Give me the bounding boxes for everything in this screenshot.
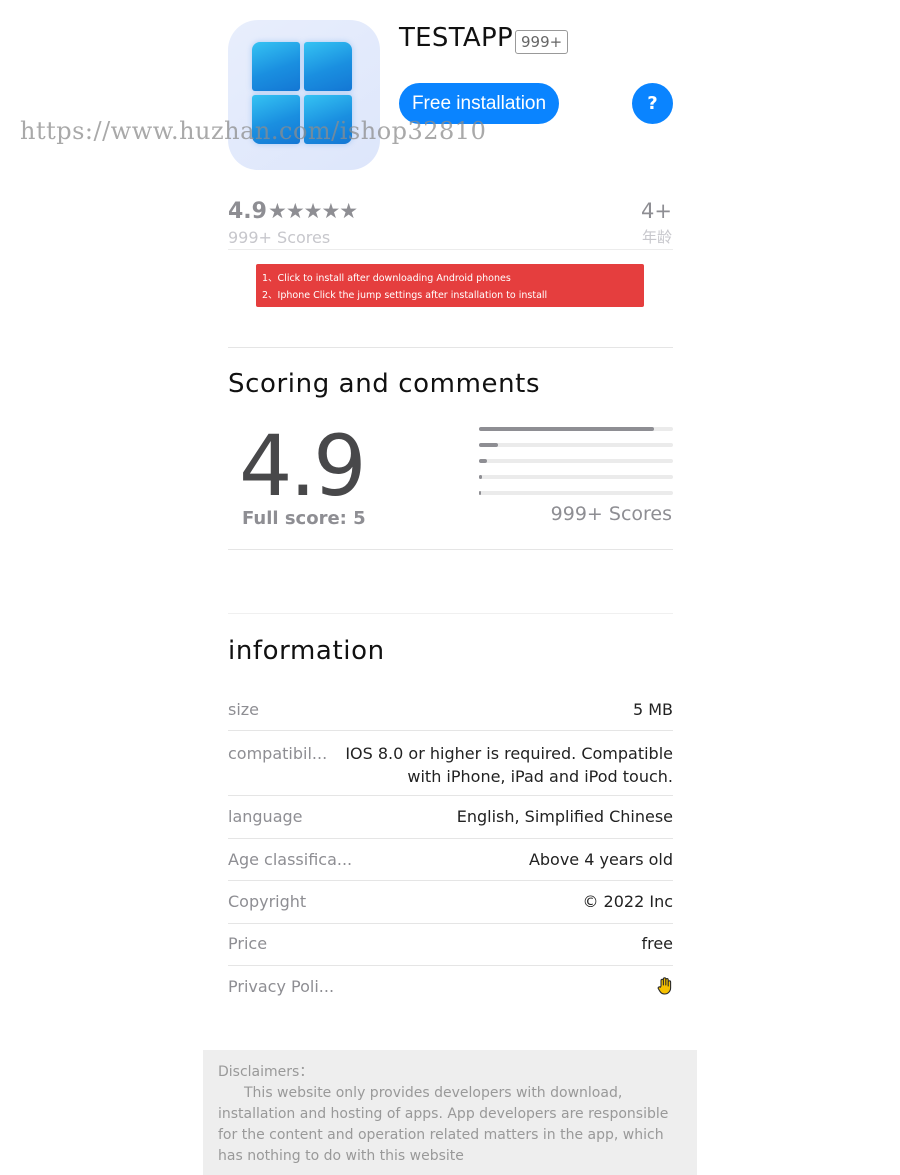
notice-line-1: 1、Click to install after downloading And… [262,273,511,284]
info-label: Price [228,934,268,953]
rating-count: 999+ Scores [228,228,331,247]
divider [228,249,673,250]
download-count-badge: 999+ [515,30,569,54]
rating-bar-4-star [479,443,673,447]
scoring-section-title: Scoring and comments [228,369,541,399]
rating-bar-5-star [479,427,673,431]
rating-bar-fill [479,459,487,463]
info-label: Age classifica... [228,850,353,869]
age-label: 年龄 [641,228,672,246]
info-value: © 2022 Inc [582,892,673,911]
disclaimer-body: This website only provides developers wi… [218,1085,669,1164]
scoring-count: 999+ Scores [550,503,672,525]
age-rating: 4+ [641,199,672,223]
info-row-compatibility: compatibil... IOS 8.0 or higher is requi… [228,742,673,796]
rating-bar-2-star [479,475,673,479]
rating-bar-fill [479,491,482,495]
info-value: Above 4 years old [528,850,673,869]
disclaimer-title: Disclaimers： [218,1064,314,1080]
rating-bar-fill [479,443,499,447]
raised-hand-icon[interactable] [657,977,673,1007]
divider [228,347,673,348]
info-value: 5 MB [632,700,673,719]
full-score-label: Full score: 5 [242,508,366,529]
info-row-privacy-policy[interactable]: Privacy Poli... [228,977,673,1007]
app-title: TESTAPP [399,23,513,53]
app-icon [228,20,380,170]
rating-bar-3-star [479,459,673,463]
rating-bar-fill [479,475,482,479]
info-row-price: Price free [228,934,673,966]
info-label: language [228,807,303,826]
info-label: Copyright [228,892,307,911]
rating-bar-1-star [479,491,673,495]
rating-bar-fill [479,427,654,431]
watermark-text: https://www.huzhan.com/ishop32810 [20,117,487,145]
info-value: IOS 8.0 or higher is required. Compatibl… [345,744,673,786]
info-label: Privacy Poli... [228,977,335,996]
divider [228,549,673,550]
info-value: free [641,934,673,953]
help-button[interactable]: ? [632,83,673,124]
info-row-age-classification: Age classifica... Above 4 years old [228,850,673,881]
info-row-size: size 5 MB [228,700,673,731]
rating-stars: ★★★★★ [268,199,358,223]
divider [228,613,673,614]
information-section-title: information [228,636,385,666]
big-score: 4.9 [239,417,367,515]
rating-score: 4.9 [228,199,267,224]
info-value: English, Simplified Chinese [456,807,673,826]
info-label: compatibil... [228,744,328,763]
info-label: size [228,700,260,719]
install-notice-banner: 1、Click to install after downloading And… [256,264,644,307]
disclaimer-box: Disclaimers： This website only provides … [203,1050,697,1175]
notice-line-2: 2、Iphone Click the jump settings after i… [262,290,548,301]
info-row-language: language English, Simplified Chinese [228,807,673,839]
info-row-copyright: Copyright © 2022 Inc [228,892,673,924]
